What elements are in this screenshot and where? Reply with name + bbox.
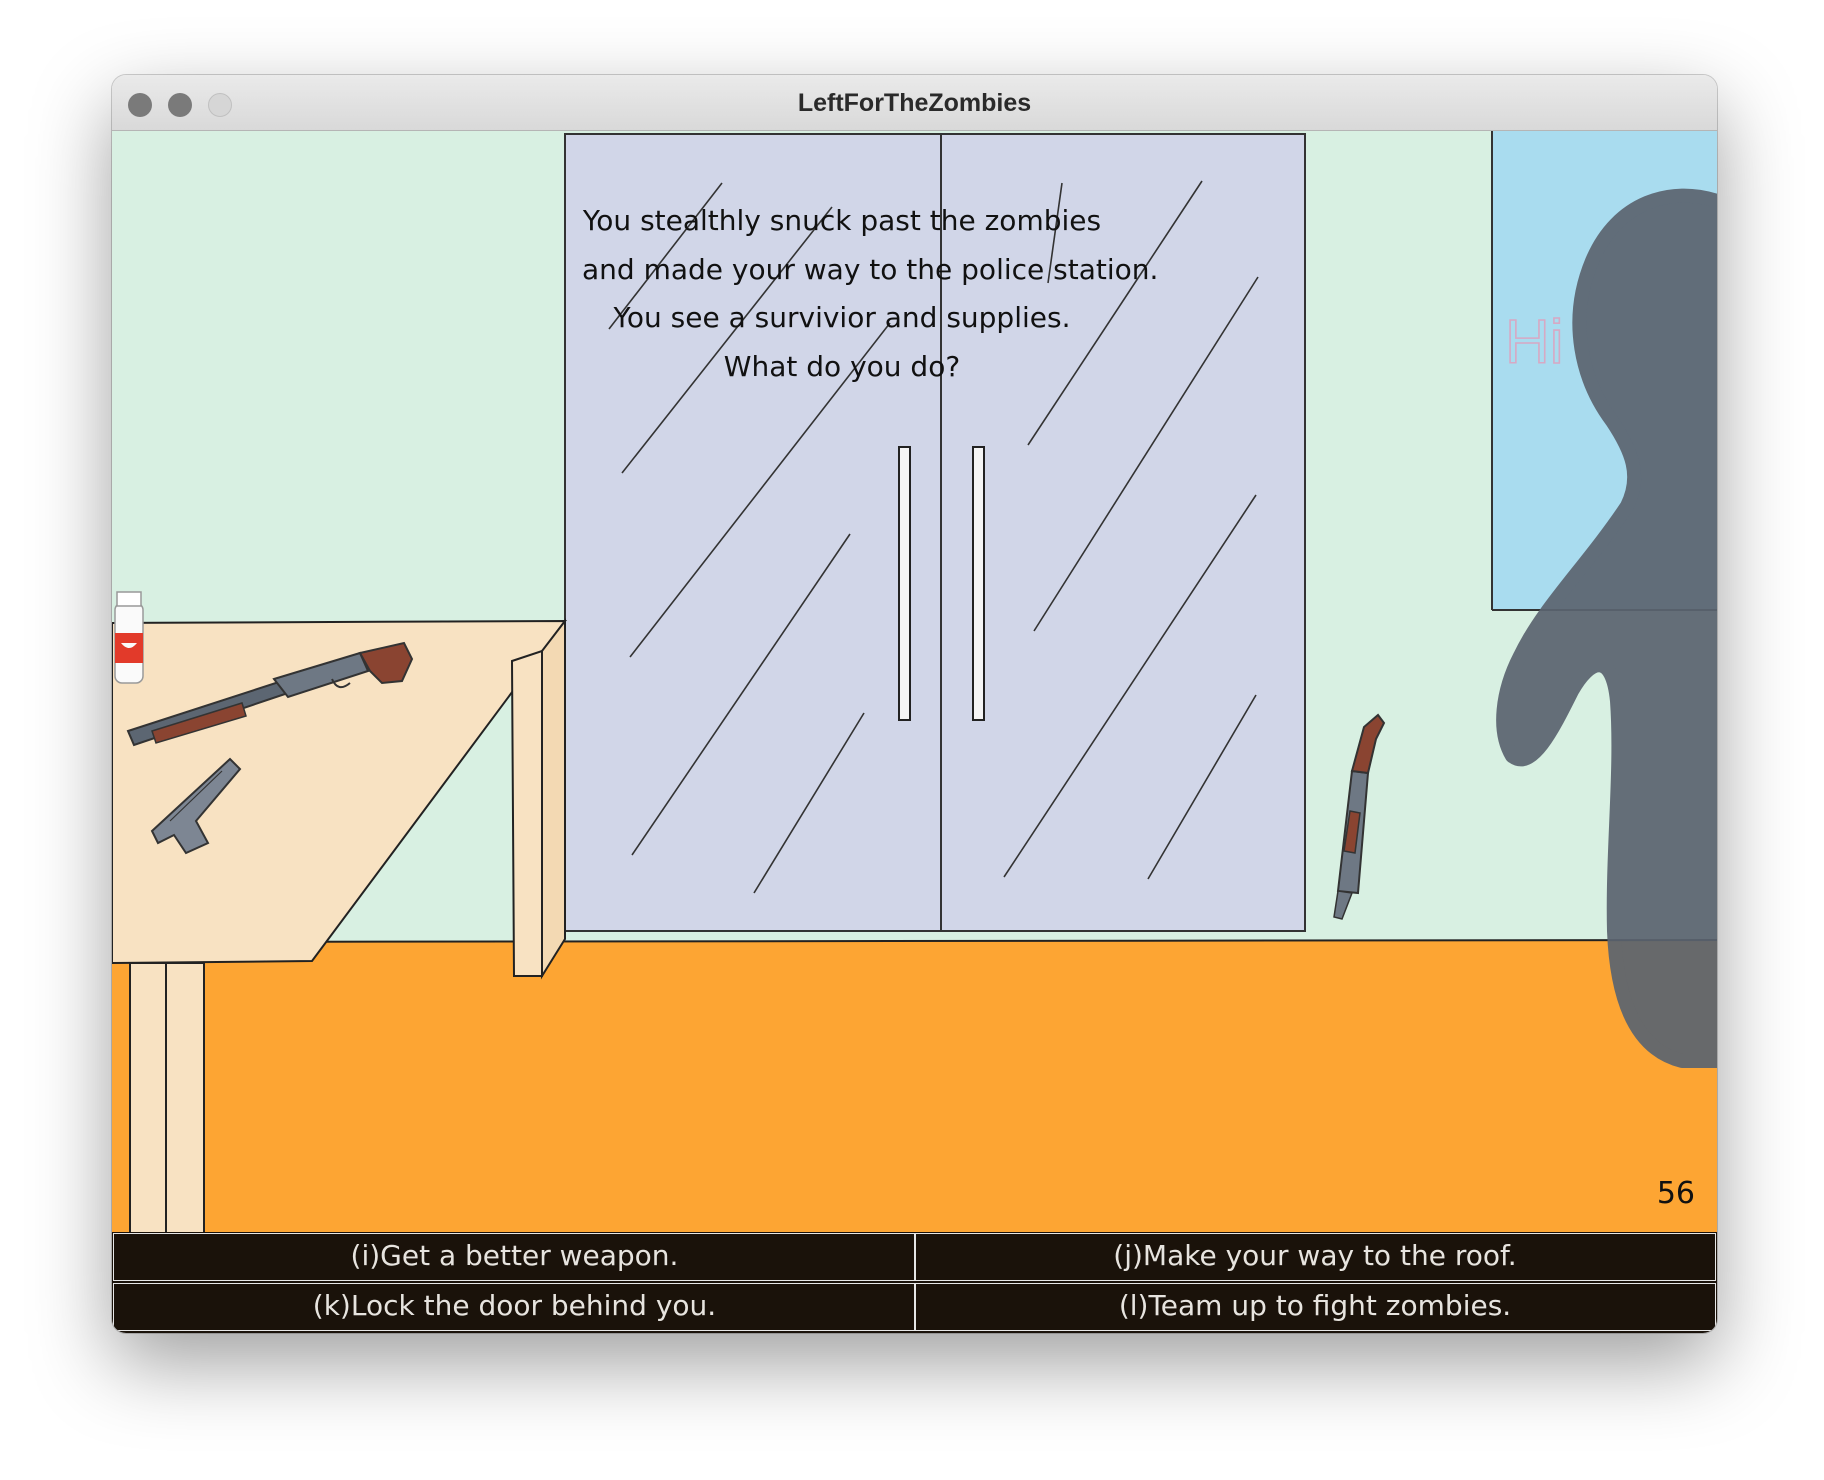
left-door-handle: [898, 446, 911, 721]
game-window: LeftForTheZombies Hi You stealthly snuck…: [112, 75, 1717, 1333]
choice-label: (k)Lock the door behind you.: [312, 1289, 717, 1322]
choice-panel: (i)Get a better weapon. (j)Make your way…: [112, 1232, 1717, 1333]
window-title: LeftForTheZombies: [797, 89, 1032, 117]
narration-text: You stealthly snuck past the zombies and…: [582, 197, 1159, 391]
right-door-handle: [972, 446, 985, 721]
choice-i-button[interactable]: (i)Get a better weapon.: [113, 1233, 916, 1281]
choice-l-button[interactable]: (l)Team up to fight zombies.: [914, 1283, 1716, 1331]
choice-label: (l)Team up to fight zombies.: [1118, 1289, 1512, 1322]
choice-label: (j)Make your way to the roof.: [1113, 1239, 1517, 1272]
whiteboard-text: Hi: [1505, 308, 1564, 377]
narration-line: You stealthly snuck past the zombies: [582, 204, 1102, 237]
narration-line: You see a survivior and supplies.: [613, 301, 1071, 334]
narration-line: What do you do?: [723, 349, 961, 383]
title-bar: LeftForTheZombies: [112, 75, 1717, 131]
game-scene: Hi You stealthly snuck past the zombies …: [112, 131, 1717, 1333]
medicine-bottle: [114, 591, 144, 684]
choice-j-button[interactable]: (j)Make your way to the roof.: [914, 1233, 1716, 1281]
narration-line: and made your way to the police station.: [582, 252, 1159, 286]
choice-label: (i)Get a better weapon.: [350, 1239, 679, 1272]
score-counter: 56: [1656, 1176, 1695, 1211]
choice-k-button[interactable]: (k)Lock the door behind you.: [113, 1283, 916, 1331]
floor: [112, 941, 1717, 1233]
